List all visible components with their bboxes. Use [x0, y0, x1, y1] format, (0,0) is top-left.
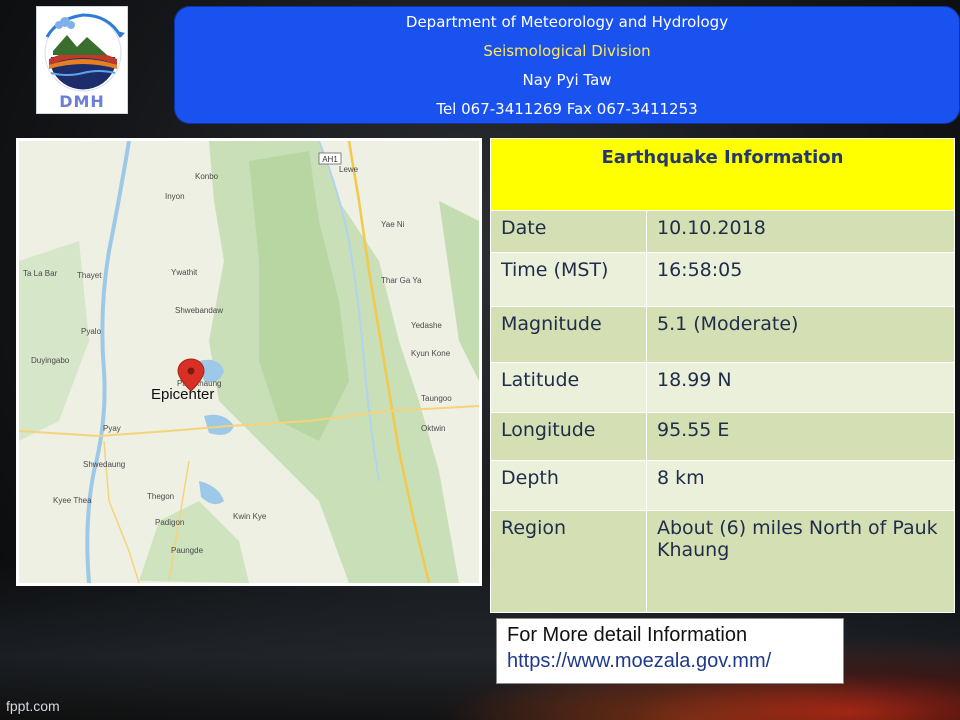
row-value-depth: 8 km [646, 460, 955, 511]
row-label-date: Date [490, 210, 647, 253]
place-label: Konbo [195, 172, 219, 181]
road-shield: AH1 [318, 152, 342, 165]
more-info-label: For More detail Information [507, 624, 748, 646]
place-label: Ywathit [171, 268, 198, 277]
place-label: Paungde [171, 546, 204, 555]
moezala-link[interactable]: https://www.moezala.gov.mm/ [507, 648, 833, 674]
table-row: Date 10.10.2018 [490, 210, 955, 253]
place-label: Thayet [77, 271, 102, 280]
map-canvas: AH1 Konbo Inyon Lewe Yae Ni Thayet Ta La… [19, 141, 479, 583]
row-label-time: Time (MST) [490, 252, 647, 307]
header-division: Seismological Division [483, 42, 651, 60]
place-label: Thar Ga Ya [381, 276, 422, 285]
earthquake-info-table: Earthquake Information Date 10.10.2018 T… [490, 138, 955, 613]
row-label-depth: Depth [490, 460, 647, 511]
place-label: Oktwin [421, 424, 445, 433]
row-value-time: 16:58:05 [646, 252, 955, 307]
place-label: Pyay [103, 424, 121, 433]
row-value-magnitude: 5.1 (Moderate) [646, 306, 955, 363]
place-label: Padigon [155, 518, 184, 527]
footer-brand: fppt.com [6, 698, 60, 714]
place-label: Yedashe [411, 321, 442, 330]
place-label: Shwebandaw [175, 306, 223, 315]
row-value-latitude: 18.99 N [646, 362, 955, 413]
road-label: AH1 [322, 155, 338, 164]
table-row: Depth 8 km [490, 460, 955, 511]
place-label: Duyingabo [31, 356, 70, 365]
row-label-region: Region [490, 510, 647, 613]
place-label: Kyee Thea [53, 496, 92, 505]
place-label: Shwedaung [83, 460, 125, 469]
place-label: Yae Ni [381, 220, 405, 229]
logo-text: DMH [59, 92, 105, 111]
epicenter-map: AH1 Konbo Inyon Lewe Yae Ni Thayet Ta La… [16, 138, 482, 586]
table-row: Magnitude 5.1 (Moderate) [490, 306, 955, 363]
place-label: Pyalo [81, 327, 102, 336]
place-label: Kyun Kone [411, 349, 451, 358]
header-contact: Tel 067-3411269 Fax 067-3411253 [436, 100, 698, 118]
row-value-date: 10.10.2018 [646, 210, 955, 253]
place-label: Ta La Bar [23, 269, 58, 278]
info-table-title: Earthquake Information [490, 138, 955, 211]
place-label: Inyon [165, 192, 185, 201]
header-city: Nay Pyi Taw [522, 71, 612, 89]
dmh-logo: DMH [36, 6, 128, 114]
place-label: Kwin Kye [233, 512, 267, 521]
table-row: Time (MST) 16:58:05 [490, 252, 955, 307]
place-label: Lewe [339, 165, 359, 174]
place-label: Thegon [147, 492, 174, 501]
header-department: Department of Meteorology and Hydrology [405, 13, 729, 31]
table-row: Region About (6) miles North of Pauk Kha… [490, 510, 955, 613]
row-value-longitude: 95.55 E [646, 412, 955, 461]
table-row: Latitude 18.99 N [490, 362, 955, 413]
row-label-magnitude: Magnitude [490, 306, 647, 363]
place-label: Taungoo [421, 394, 452, 403]
row-value-region: About (6) miles North of Pauk Khaung [646, 510, 955, 613]
row-label-longitude: Longitude [490, 412, 647, 461]
more-info-box: For More detail Information https://www.… [496, 618, 844, 684]
table-row: Longitude 95.55 E [490, 412, 955, 461]
row-label-latitude: Latitude [490, 362, 647, 413]
epicenter-label: Epicenter [151, 386, 214, 403]
header-banner: Department of Meteorology and Hydrology … [174, 6, 960, 124]
